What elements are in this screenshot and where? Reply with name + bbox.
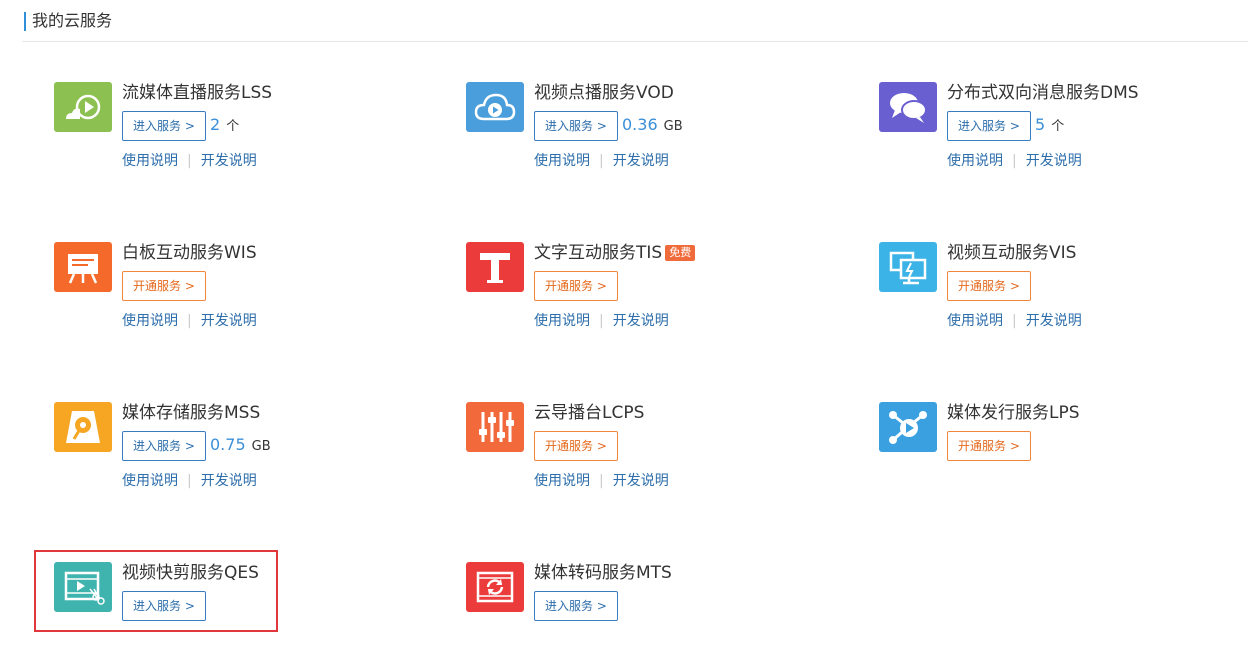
dev-doc-link[interactable]: 开发说明: [613, 313, 669, 329]
link-separator: |: [187, 153, 192, 169]
service-card-tis: 文字互动服务TIS 免费 开通服务 > 使用说明 | 开发说明: [466, 242, 846, 352]
usage-unit: 个: [1051, 119, 1065, 134]
dev-doc-link[interactable]: 开发说明: [1026, 153, 1082, 169]
service-name: 视频互动服务VIS: [947, 243, 1077, 263]
service-card-vis: 视频互动服务VIS 开通服务 > 使用说明 | 开发说明: [879, 242, 1248, 352]
storage-disk-icon[interactable]: [54, 402, 112, 452]
link-separator: |: [599, 473, 604, 489]
link-separator: |: [599, 313, 604, 329]
usage-unit: GB: [251, 439, 271, 454]
link-separator: |: [187, 313, 192, 329]
usage-value: 0.75 GB: [210, 434, 271, 458]
link-separator: |: [1012, 153, 1017, 169]
open-service-button[interactable]: 开通服务 >: [534, 431, 618, 461]
text-t-icon[interactable]: [466, 242, 524, 292]
service-name: 分布式双向消息服务DMS: [947, 83, 1139, 103]
service-card-lss: 流媒体直播服务LSS 进入服务 > 2个 使用说明 | 开发说明: [54, 82, 434, 192]
enter-service-button[interactable]: 进入服务 >: [122, 111, 206, 141]
enter-service-button[interactable]: 进入服务 >: [122, 431, 206, 461]
doc-links: 使用说明 | 开发说明: [947, 311, 1082, 331]
dev-doc-link[interactable]: 开发说明: [201, 153, 257, 169]
section-accent-bar: [24, 12, 26, 31]
monitor-interaction-icon[interactable]: [879, 242, 937, 292]
service-card-wis: 白板互动服务WIS 开通服务 > 使用说明 | 开发说明: [54, 242, 434, 352]
dev-doc-link[interactable]: 开发说明: [201, 473, 257, 489]
link-separator: |: [599, 153, 604, 169]
service-card-mts: 媒体转码服务MTS 进入服务 >: [466, 562, 846, 648]
service-card-mss: 媒体存储服务MSS 进入服务 > 0.75 GB 使用说明 | 开发说明: [54, 402, 434, 512]
usage-doc-link[interactable]: 使用说明: [122, 473, 178, 489]
service-card-lps: 媒体发行服务LPS 开通服务 >: [879, 402, 1248, 512]
cloud-play-icon[interactable]: [466, 82, 524, 132]
doc-links: 使用说明 | 开发说明: [122, 471, 257, 491]
service-name: 流媒体直播服务LSS: [122, 83, 273, 103]
film-refresh-icon[interactable]: [466, 562, 524, 612]
open-service-button[interactable]: 开通服务 >: [947, 271, 1031, 301]
usage-number: 2: [210, 115, 221, 134]
free-badge: 免费: [665, 245, 696, 261]
service-card-dms: 分布式双向消息服务DMS 进入服务 > 5个 使用说明 | 开发说明: [879, 82, 1248, 192]
live-stream-play-icon[interactable]: [54, 82, 112, 132]
section-header: 我的云服务: [22, 10, 1248, 42]
dev-doc-link[interactable]: 开发说明: [1026, 313, 1082, 329]
doc-links: 使用说明 | 开发说明: [534, 311, 669, 331]
enter-service-button[interactable]: 进入服务 >: [534, 591, 618, 621]
service-name: 文字互动服务TIS 免费: [534, 242, 696, 264]
enter-service-button[interactable]: 进入服务 >: [534, 111, 618, 141]
service-name: 云导播台LCPS: [534, 403, 645, 423]
doc-links: 使用说明 | 开发说明: [947, 151, 1082, 171]
dev-doc-link[interactable]: 开发说明: [201, 313, 257, 329]
doc-links: 使用说明 | 开发说明: [122, 151, 257, 171]
chat-bubbles-icon[interactable]: [879, 82, 937, 132]
usage-doc-link[interactable]: 使用说明: [947, 153, 1003, 169]
service-name: 媒体发行服务LPS: [947, 403, 1080, 423]
whiteboard-icon[interactable]: [54, 242, 112, 292]
dev-doc-link[interactable]: 开发说明: [613, 153, 669, 169]
usage-number: 0.36: [622, 115, 658, 134]
doc-links: 使用说明 | 开发说明: [534, 471, 669, 491]
enter-service-button[interactable]: 进入服务 >: [947, 111, 1031, 141]
open-service-button[interactable]: 开通服务 >: [947, 431, 1031, 461]
usage-value: 2个: [210, 114, 239, 138]
service-name: 白板互动服务WIS: [122, 243, 257, 263]
service-card-vod: 视频点播服务VOD 进入服务 > 0.36 GB 使用说明 | 开发说明: [466, 82, 846, 192]
link-separator: |: [1012, 313, 1017, 329]
mixer-sliders-icon[interactable]: [466, 402, 524, 452]
usage-doc-link[interactable]: 使用说明: [534, 153, 590, 169]
service-name: 媒体存储服务MSS: [122, 403, 261, 423]
open-service-button[interactable]: 开通服务 >: [534, 271, 618, 301]
service-card-lcps: 云导播台LCPS 开通服务 > 使用说明 | 开发说明: [466, 402, 846, 512]
usage-value: 5个: [1035, 114, 1064, 138]
service-name-text: 文字互动服务TIS: [534, 243, 663, 263]
usage-doc-link[interactable]: 使用说明: [947, 313, 1003, 329]
open-service-button[interactable]: 开通服务 >: [122, 271, 206, 301]
dev-doc-link[interactable]: 开发说明: [613, 473, 669, 489]
usage-unit: 个: [226, 119, 240, 134]
usage-number: 5: [1035, 115, 1046, 134]
usage-doc-link[interactable]: 使用说明: [534, 313, 590, 329]
distribution-share-icon[interactable]: [879, 402, 937, 452]
service-name: 视频点播服务VOD: [534, 83, 674, 103]
usage-unit: GB: [663, 119, 683, 134]
doc-links: 使用说明 | 开发说明: [122, 311, 257, 331]
usage-doc-link[interactable]: 使用说明: [122, 153, 178, 169]
doc-links: 使用说明 | 开发说明: [534, 151, 669, 171]
usage-number: 0.75: [210, 435, 246, 454]
usage-doc-link[interactable]: 使用说明: [534, 473, 590, 489]
service-name: 媒体转码服务MTS: [534, 563, 672, 583]
selection-highlight-box: [34, 550, 278, 632]
link-separator: |: [187, 473, 192, 489]
page-title: 我的云服务: [32, 11, 113, 30]
usage-value: 0.36 GB: [622, 114, 683, 138]
usage-doc-link[interactable]: 使用说明: [122, 313, 178, 329]
